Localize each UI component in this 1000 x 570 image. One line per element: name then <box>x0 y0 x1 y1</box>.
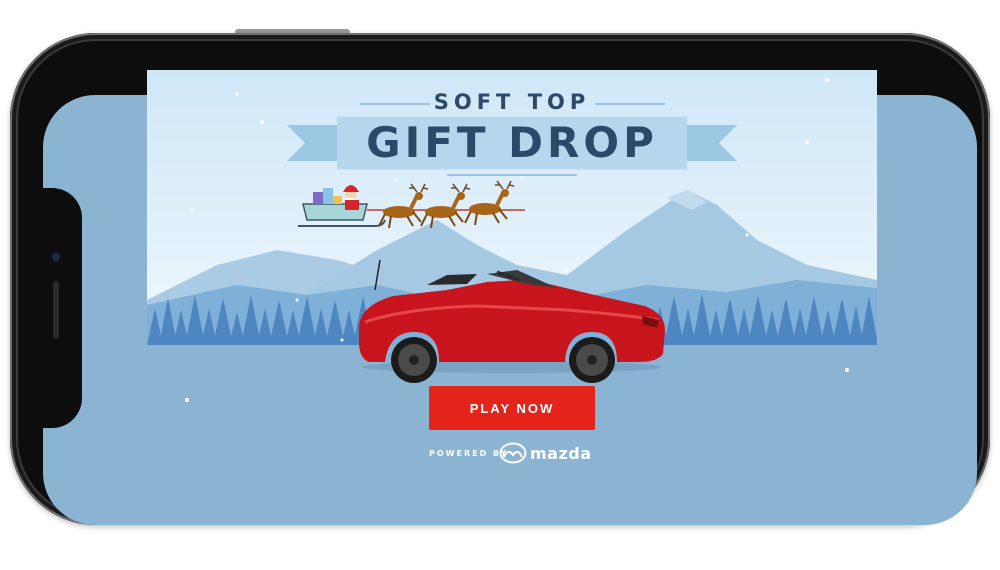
title-soft-top: SOFT TOP <box>433 90 591 114</box>
title-underline <box>447 174 577 176</box>
mazda-wordmark: mazda <box>530 444 592 463</box>
game-ad-banner[interactable]: SOFT TOP GIFT DROP PLAY NOW POWERED BY m… <box>147 70 877 480</box>
reindeer-icon <box>378 180 515 229</box>
phone-notch <box>42 188 82 428</box>
powered-by-label: POWERED BY <box>429 449 509 458</box>
speaker-grille <box>53 281 59 339</box>
title-gift-drop: GIFT DROP <box>366 118 658 167</box>
front-camera <box>50 251 62 263</box>
play-now-button[interactable]: PLAY NOW <box>429 386 595 430</box>
mazda-logo-icon <box>499 442 527 464</box>
